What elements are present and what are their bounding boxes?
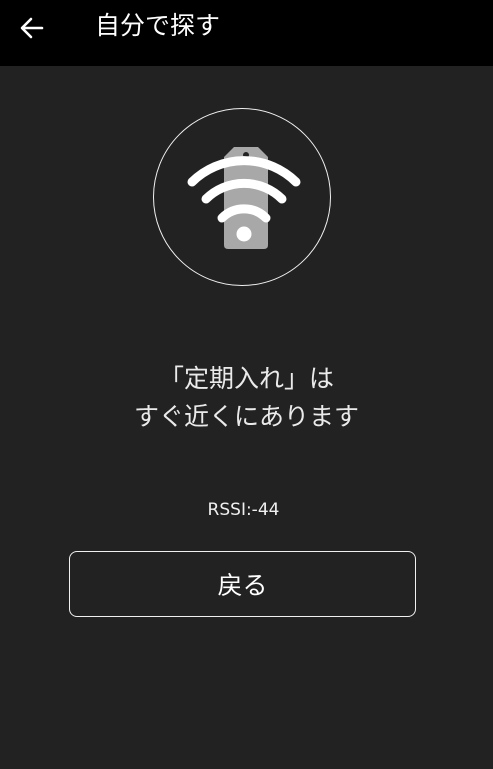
app-bar: 自分で探す	[0, 0, 493, 66]
return-button[interactable]: 戻る	[69, 551, 416, 617]
back-button[interactable]	[12, 8, 52, 48]
message-line-2: すぐ近くにあります	[133, 402, 359, 431]
proximity-message: 「定期入れ」は すぐ近くにあります	[0, 360, 493, 436]
message-line-1: 「定期入れ」は	[158, 364, 334, 393]
tag-signal-icon	[187, 147, 301, 249]
arrow-left-icon	[20, 17, 44, 39]
tag-status-circle	[153, 108, 331, 286]
rssi-value: RSSI:-44	[207, 500, 280, 520]
page-title: 自分で探す	[95, 11, 221, 40]
